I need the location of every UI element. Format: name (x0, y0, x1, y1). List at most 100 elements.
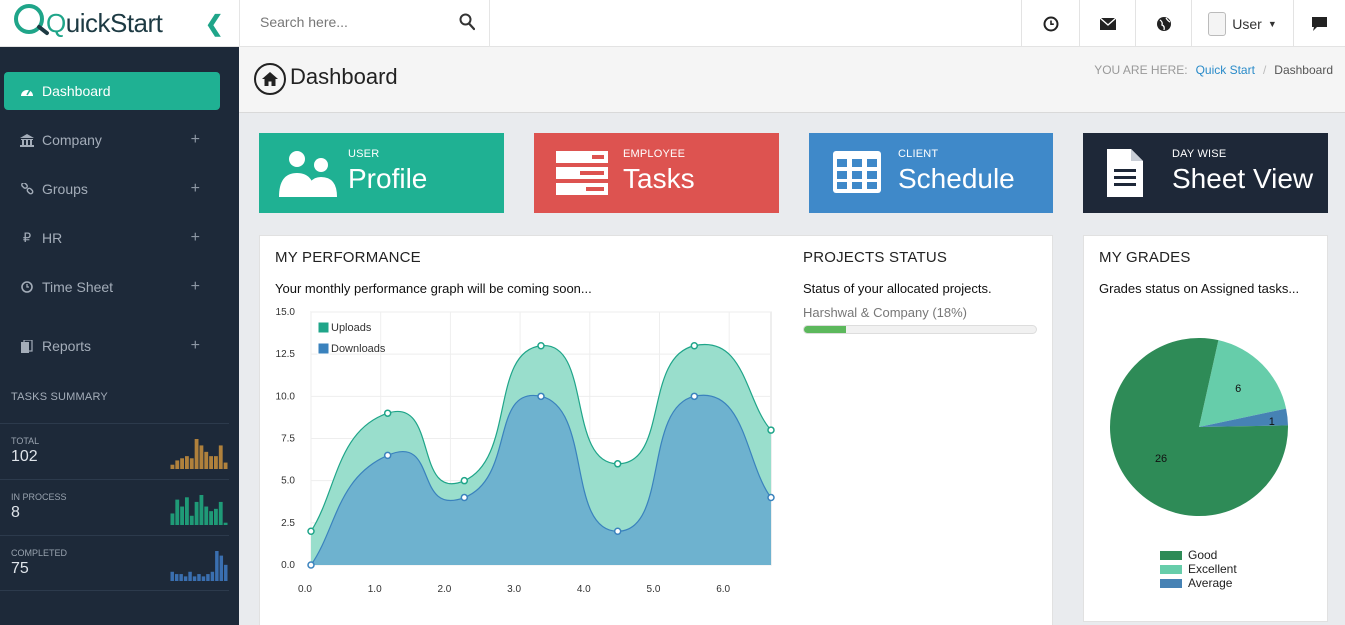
sparkline-bar (218, 445, 223, 469)
logo-text: QuickStart (46, 8, 163, 39)
sparkline-bar (214, 508, 218, 525)
projects-title: PROJECTS STATUS (803, 249, 948, 266)
plus-icon[interactable]: + (191, 229, 200, 247)
sidebar-item-dashboard[interactable]: Dashboard (4, 72, 220, 110)
avatar (1208, 11, 1227, 36)
tile-big-label: Tasks (623, 163, 695, 194)
data-point[interactable] (537, 392, 545, 401)
sparkline-bar (175, 460, 180, 469)
plus-icon[interactable]: + (191, 278, 200, 296)
data-point[interactable] (690, 341, 699, 350)
chevron-left-icon[interactable]: ❮ (205, 11, 223, 37)
tile-profile[interactable]: USER Profile (259, 133, 504, 213)
sparkline-bar (215, 551, 219, 581)
search-icon[interactable] (459, 13, 475, 31)
task-label: COMPLETED (11, 548, 68, 558)
plus-icon[interactable]: + (191, 180, 200, 198)
data-point[interactable] (460, 493, 469, 502)
sidebar-item-reports[interactable]: Reports + (4, 327, 220, 365)
tasks-icon (556, 151, 608, 195)
sidebar: Dashboard Company + Groups + ₽ HR + Time… (0, 47, 239, 625)
legend-item-excellent: Excellent (1160, 562, 1237, 576)
sparkline-bar (179, 574, 183, 581)
data-point[interactable] (537, 341, 545, 350)
sparkline-bar (183, 576, 188, 581)
data-point[interactable] (383, 451, 392, 460)
grades-pie-chart: 6126 (1110, 338, 1288, 516)
clock-button[interactable] (1021, 0, 1079, 47)
task-value: 75 (11, 560, 29, 577)
performance-subtitle: Your monthly performance graph will be c… (275, 281, 592, 296)
data-point[interactable] (767, 426, 775, 434)
bank-icon (20, 133, 34, 147)
x-tick-label: 3.0 (507, 584, 521, 595)
legend-item-good: Good (1160, 548, 1237, 562)
legend-swatch (317, 342, 330, 355)
mail-button[interactable] (1079, 0, 1135, 47)
legend-item-average: Average (1160, 576, 1237, 590)
task-label: TOTAL (11, 436, 40, 446)
breadcrumb-link-quick-start[interactable]: Quick Start (1196, 63, 1255, 77)
x-tick-label: 5.0 (647, 584, 661, 595)
grades-title: MY GRADES (1099, 249, 1191, 266)
legend-label: Good (1188, 548, 1218, 562)
sparkline-bar (185, 456, 189, 469)
data-point[interactable] (690, 392, 699, 401)
chat-button[interactable] (1293, 0, 1345, 47)
sidebar-item-label: HR (42, 230, 63, 246)
sidebar-item-company[interactable]: Company + (4, 121, 220, 159)
legend-swatch (317, 321, 330, 334)
caret-down-icon: ▼ (1267, 18, 1277, 29)
search-input[interactable] (240, 0, 440, 44)
tile-big-label: Sheet View (1172, 163, 1314, 194)
sparkline-bar (199, 495, 204, 525)
x-tick-label: 6.0 (716, 584, 730, 595)
legend-swatch (1160, 564, 1182, 574)
search-box (239, 0, 490, 47)
sparkline-bar (194, 501, 199, 525)
tile-small-label: DAY WISE (1172, 148, 1227, 160)
data-point[interactable] (383, 409, 392, 417)
sparkline-completed (170, 551, 228, 581)
task-summary-completed: COMPLETED 75 (0, 535, 229, 591)
sidebar-item-hr[interactable]: ₽ HR + (4, 219, 220, 257)
plus-icon[interactable]: + (191, 337, 200, 355)
sparkline-bar (204, 506, 209, 525)
tile-tasks[interactable]: EMPLOYEE Tasks (534, 133, 779, 213)
tile-big-label: Profile (348, 163, 428, 194)
data-point[interactable] (307, 561, 315, 569)
tile-schedule[interactable]: CLIENT Schedule (809, 133, 1053, 213)
logo[interactable]: QuickStart ❮ (0, 0, 239, 47)
sidebar-item-label: Dashboard (42, 83, 111, 99)
tile-small-label: USER (348, 148, 380, 160)
legend-label: Average (1188, 576, 1233, 590)
tile-sheet-view[interactable]: DAY WISE Sheet View (1083, 133, 1328, 213)
plus-icon[interactable]: + (191, 131, 200, 149)
legend-swatch (1160, 578, 1182, 588)
tile-small-label: CLIENT (898, 148, 939, 160)
project-name: Harshwal & Company (18%) (803, 305, 968, 320)
globe-button[interactable] (1135, 0, 1191, 47)
data-point[interactable] (460, 476, 469, 485)
data-point[interactable] (613, 527, 622, 536)
sidebar-item-groups[interactable]: Groups + (4, 170, 220, 208)
files-icon (20, 339, 34, 353)
sparkline-bar (170, 464, 175, 469)
user-menu-button[interactable]: User ▼ (1191, 0, 1293, 47)
data-point[interactable] (613, 460, 622, 468)
chat-icon (1312, 16, 1327, 31)
sparkline-bar (223, 522, 228, 525)
table-icon (833, 151, 881, 193)
sidebar-item-time-sheet[interactable]: Time Sheet + (4, 268, 220, 306)
y-tick-label: 2.5 (281, 518, 295, 529)
sparkline-bar (189, 458, 194, 469)
clock-icon (20, 280, 34, 294)
x-tick-label: 1.0 (368, 584, 382, 595)
data-point[interactable] (307, 527, 315, 536)
logo-q: Q (46, 8, 66, 38)
grades-legend: Good Excellent Average (1160, 548, 1237, 590)
sparkline-bar (194, 439, 199, 469)
x-tick-label: 2.0 (437, 584, 451, 595)
data-point[interactable] (767, 493, 775, 502)
y-tick-label: 5.0 (281, 476, 295, 487)
